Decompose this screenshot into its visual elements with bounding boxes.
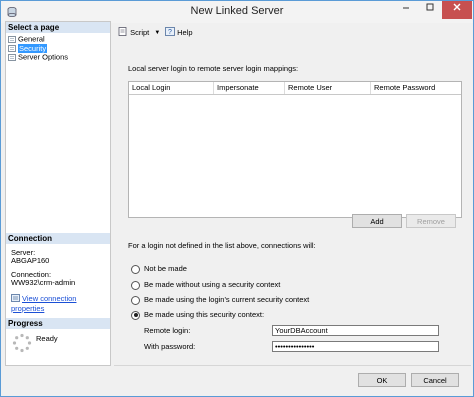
radio-icon[interactable] xyxy=(131,280,140,290)
cancel-button[interactable]: Cancel xyxy=(411,373,459,387)
connection-header: Connection xyxy=(6,233,110,244)
maximize-icon xyxy=(426,3,434,11)
view-connection-properties-link[interactable]: View connection properties xyxy=(11,294,110,313)
ok-button[interactable]: OK xyxy=(358,373,406,387)
script-icon xyxy=(118,27,128,39)
column-header[interactable]: Remote Password xyxy=(371,82,461,94)
help-icon: ? xyxy=(165,27,175,39)
minimize-icon xyxy=(403,7,409,9)
option-current-security-context[interactable]: Be made using the login's current securi… xyxy=(131,295,309,305)
select-page-header: Select a page xyxy=(6,22,110,33)
column-header[interactable]: Remote User xyxy=(285,82,371,94)
properties-icon xyxy=(11,294,20,304)
progress-header: Progress xyxy=(6,318,110,329)
add-button[interactable]: Add xyxy=(352,214,402,228)
svg-text:?: ? xyxy=(168,29,172,36)
page-icon xyxy=(8,44,16,52)
help-label: Help xyxy=(177,28,193,37)
radio-icon[interactable] xyxy=(131,295,140,305)
remote-login-input[interactable] xyxy=(272,325,439,336)
maximize-button[interactable] xyxy=(418,1,442,19)
grid-header: Local Login Impersonate Remote User Remo… xyxy=(129,82,461,95)
page-icon xyxy=(8,35,16,43)
mapping-description: Local server login to remote server logi… xyxy=(128,64,299,73)
password-input[interactable] xyxy=(272,341,439,352)
close-button[interactable] xyxy=(442,1,472,19)
title-bar: New Linked Server xyxy=(1,1,473,23)
column-header[interactable]: Impersonate xyxy=(214,82,285,94)
radio-selected-icon[interactable] xyxy=(131,310,140,320)
page-selector-pane: Select a page General Security Server Op… xyxy=(5,21,111,366)
column-header[interactable]: Local Login xyxy=(129,82,214,94)
option-label: Be made using this security context: xyxy=(144,310,265,319)
remote-login-label: Remote login: xyxy=(144,326,191,335)
connection-value: WW932\crm-admin xyxy=(11,278,76,287)
close-icon xyxy=(453,3,461,11)
radio-icon[interactable] xyxy=(131,264,140,274)
footer-divider xyxy=(114,365,471,366)
dialog-window: New Linked Server Select a page General … xyxy=(0,0,474,397)
option-label: Not be made xyxy=(144,264,187,273)
view-link-label[interactable]: View connection properties xyxy=(11,294,76,313)
option-not-be-made[interactable]: Not be made xyxy=(131,264,187,274)
script-button[interactable]: Script ▼ xyxy=(118,27,160,37)
script-label: Script xyxy=(130,28,150,37)
password-label: With password: xyxy=(144,342,196,351)
nav-item-server-options[interactable]: Server Options xyxy=(8,52,69,62)
spinner-icon xyxy=(12,333,32,355)
nav-item-security[interactable]: Security xyxy=(8,43,48,53)
server-value: ABGAP160 xyxy=(11,256,50,265)
page-icon xyxy=(8,53,16,61)
option-label: Be made without using a security context xyxy=(144,280,281,289)
help-button[interactable]: ? Help xyxy=(165,27,193,37)
minimize-button[interactable] xyxy=(394,1,418,19)
progress-status: Ready xyxy=(36,334,58,343)
option-this-security-context[interactable]: Be made using this security context: xyxy=(131,310,264,320)
nav-item-label: Server Options xyxy=(18,52,69,62)
security-page: Script ▼ ? Help Local server login to re… xyxy=(114,21,470,364)
undefined-login-text: For a login not defined in the list abov… xyxy=(128,241,316,250)
nav-item-general[interactable]: General xyxy=(8,34,45,44)
remove-button[interactable]: Remove xyxy=(406,214,456,228)
option-label: Be made using the login's current securi… xyxy=(144,295,310,304)
chevron-down-icon[interactable]: ▼ xyxy=(154,30,160,36)
login-mapping-grid[interactable]: Local Login Impersonate Remote User Remo… xyxy=(128,81,462,218)
option-without-security-context[interactable]: Be made without using a security context xyxy=(131,280,280,290)
